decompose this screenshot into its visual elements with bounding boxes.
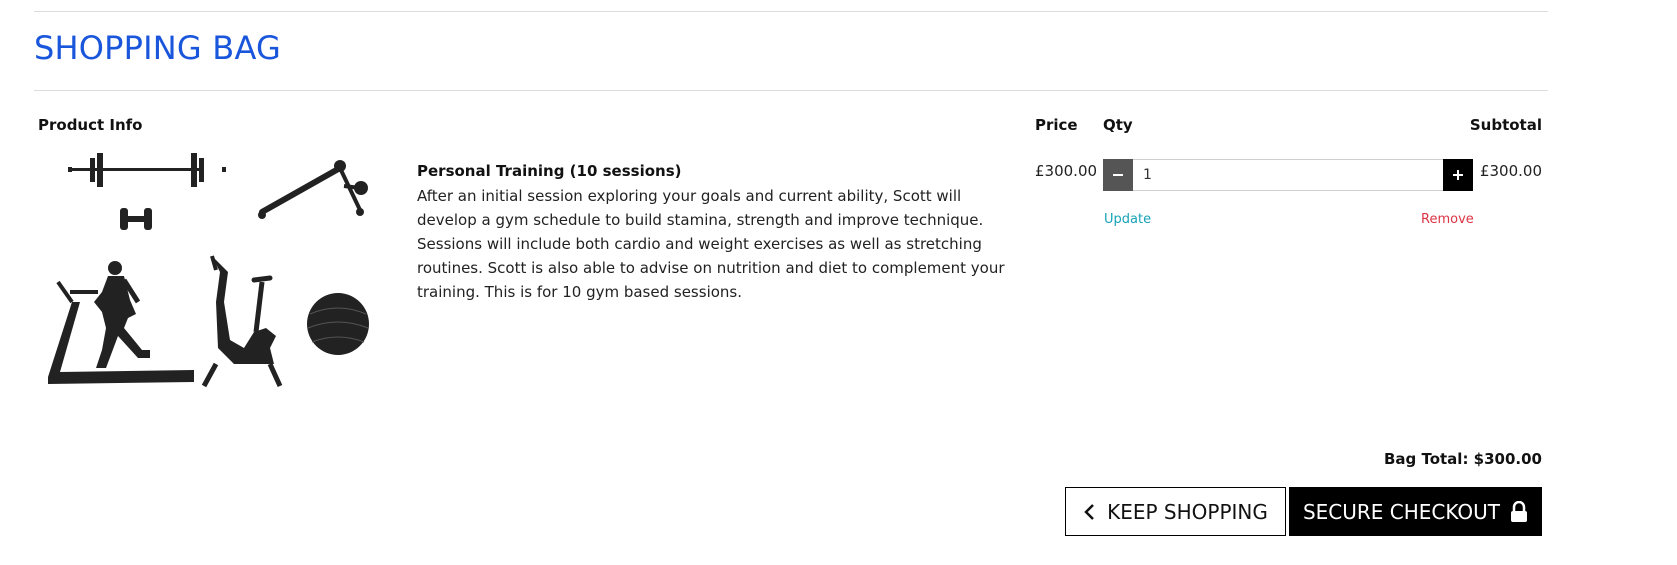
keep-shopping-label: KEEP SHOPPING — [1107, 499, 1268, 524]
column-header-subtotal: Subtotal — [1469, 116, 1542, 134]
plus-icon — [1452, 169, 1464, 181]
lock-icon — [1510, 500, 1528, 523]
secure-checkout-button[interactable]: SECURE CHECKOUT — [1289, 487, 1542, 536]
top-divider — [34, 11, 1548, 12]
column-header-qty: Qty — [1103, 116, 1133, 134]
quantity-input[interactable] — [1133, 159, 1443, 191]
secure-checkout-label: SECURE CHECKOUT — [1302, 499, 1501, 524]
page-title: SHOPPING BAG — [34, 29, 281, 67]
keep-shopping-button[interactable]: KEEP SHOPPING — [1065, 487, 1286, 536]
decrement-button[interactable] — [1103, 159, 1133, 191]
chevron-left-icon — [1083, 503, 1095, 521]
gym-equipment-icon — [48, 153, 369, 388]
quantity-stepper — [1103, 159, 1473, 191]
product-description: After an initial session exploring your … — [417, 187, 1005, 301]
minus-icon — [1112, 169, 1124, 181]
remove-link[interactable]: Remove — [1421, 212, 1474, 227]
increment-button[interactable] — [1443, 159, 1473, 191]
update-link[interactable]: Update — [1104, 212, 1151, 227]
column-header-price: Price — [1035, 116, 1078, 134]
bag-total: Bag Total: $300.00 — [1383, 450, 1542, 468]
column-header-product-info: Product Info — [38, 116, 143, 134]
header-divider — [34, 90, 1548, 91]
product-name: Personal Training (10 sessions) — [417, 162, 682, 180]
product-subtotal: £300.00 — [1479, 162, 1542, 180]
product-price: £300.00 — [1035, 162, 1098, 180]
